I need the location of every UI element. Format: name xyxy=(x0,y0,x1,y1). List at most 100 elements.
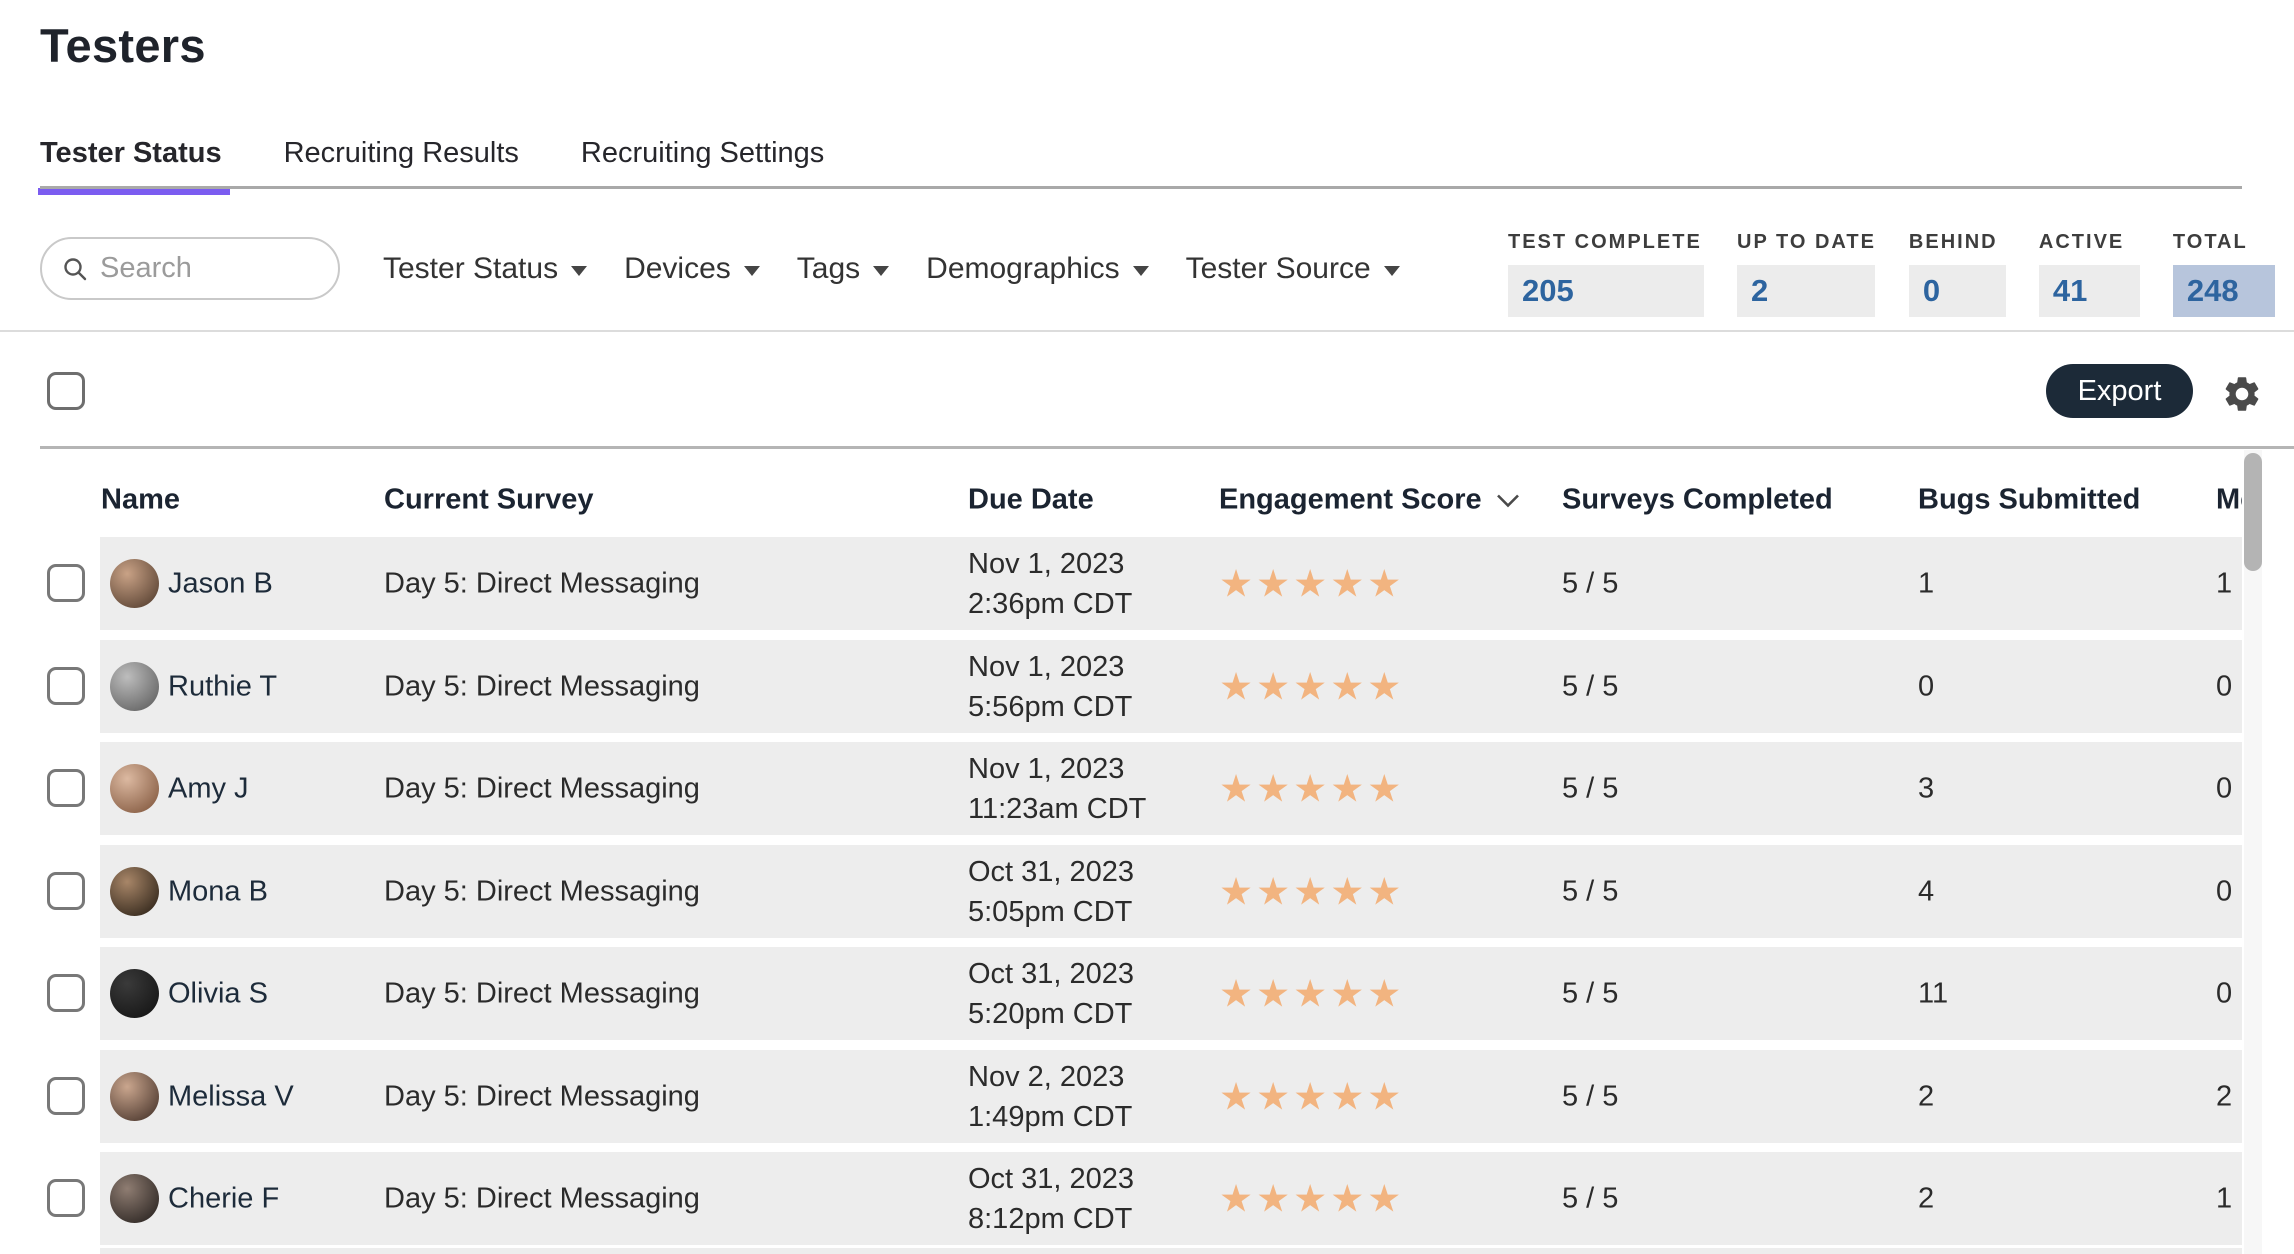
column-header-messages[interactable]: Messages xyxy=(2216,484,2242,517)
scrollbar-thumb[interactable] xyxy=(2244,453,2262,571)
row-checkbox[interactable] xyxy=(47,667,85,705)
due-date-line1: Nov 1, 2023 xyxy=(968,647,1132,687)
status-summary: TEST COMPLETE 205 UP TO DATE 2 BEHIND 0 … xyxy=(1508,231,2275,317)
tester-name[interactable]: Amy J xyxy=(168,772,249,805)
table-row[interactable]: Olivia S Day 5: Direct Messaging Oct 31,… xyxy=(0,947,2294,1040)
sort-chevron-down-icon xyxy=(1496,493,1520,507)
tab-recruiting-results[interactable]: Recruiting Results xyxy=(284,137,519,192)
filter-tester-status[interactable]: Tester Status xyxy=(383,252,587,286)
table-row[interactable]: Melissa V Day 5: Direct Messaging Nov 2,… xyxy=(0,1050,2294,1143)
bugs-submitted: 1 xyxy=(1918,567,1934,600)
bugs-submitted: 4 xyxy=(1918,875,1934,908)
testers-page: Testers Tester Status Recruiting Results… xyxy=(0,0,2294,1254)
due-date: Nov 2, 2023 1:49pm CDT xyxy=(968,1057,1132,1137)
search-input[interactable] xyxy=(100,252,310,285)
gear-icon[interactable] xyxy=(2221,373,2263,415)
select-all-checkbox[interactable] xyxy=(47,372,85,410)
engagement-stars: ★★★★★ xyxy=(1219,1074,1404,1119)
due-date-line1: Oct 31, 2023 xyxy=(968,852,1134,892)
current-survey: Day 5: Direct Messaging xyxy=(384,1080,700,1113)
due-date-line2: 5:05pm CDT xyxy=(968,892,1134,932)
bugs-submitted: 2 xyxy=(1918,1080,1934,1113)
current-survey: Day 5: Direct Messaging xyxy=(384,1182,700,1215)
stat-value: 205 xyxy=(1508,265,1704,317)
stat-total: TOTAL 248 xyxy=(2173,231,2275,317)
stat-test-complete: TEST COMPLETE 205 xyxy=(1508,231,1704,317)
avatar xyxy=(110,559,159,608)
column-header-name[interactable]: Name xyxy=(101,484,180,517)
messages-count: 1 xyxy=(2216,567,2232,600)
row-checkbox[interactable] xyxy=(47,1077,85,1115)
column-header-survey[interactable]: Current Survey xyxy=(384,484,594,517)
due-date: Nov 1, 2023 2:36pm CDT xyxy=(968,544,1132,624)
column-header-surveys[interactable]: Surveys Completed xyxy=(1562,484,1833,517)
current-survey: Day 5: Direct Messaging xyxy=(384,670,700,703)
table-row[interactable]: Mona B Day 5: Direct Messaging Oct 31, 2… xyxy=(0,845,2294,938)
search-box[interactable] xyxy=(40,237,340,300)
surveys-completed: 5 / 5 xyxy=(1562,1182,1618,1215)
row-checkbox[interactable] xyxy=(47,564,85,602)
engagement-stars: ★★★★★ xyxy=(1219,766,1404,811)
tester-name[interactable]: Melissa V xyxy=(168,1080,294,1113)
stat-value: 248 xyxy=(2173,265,2275,317)
caret-down-icon xyxy=(744,266,760,276)
due-date-line2: 2:36pm CDT xyxy=(968,584,1132,624)
filter-tags[interactable]: Tags xyxy=(797,252,889,286)
messages-count: 0 xyxy=(2216,670,2232,703)
row-checkbox[interactable] xyxy=(47,872,85,910)
avatar xyxy=(110,662,159,711)
stat-value: 2 xyxy=(1737,265,1875,317)
due-date-line2: 11:23am CDT xyxy=(968,789,1146,829)
column-header-engagement[interactable]: Engagement Score xyxy=(1219,484,1520,517)
partial-next-row xyxy=(100,1248,2242,1254)
bugs-submitted: 3 xyxy=(1918,772,1934,805)
stat-value: 41 xyxy=(2039,265,2140,317)
filter-devices[interactable]: Devices xyxy=(624,252,760,286)
tester-name[interactable]: Mona B xyxy=(168,875,268,908)
row-checkbox[interactable] xyxy=(47,974,85,1012)
current-survey: Day 5: Direct Messaging xyxy=(384,567,700,600)
table-row[interactable]: Jason B Day 5: Direct Messaging Nov 1, 2… xyxy=(0,537,2294,630)
due-date: Oct 31, 2023 5:05pm CDT xyxy=(968,852,1134,932)
search-icon xyxy=(62,256,88,282)
tester-name[interactable]: Olivia S xyxy=(168,977,268,1010)
current-survey: Day 5: Direct Messaging xyxy=(384,977,700,1010)
due-date-line1: Nov 1, 2023 xyxy=(968,749,1146,789)
table-row[interactable]: Cherie F Day 5: Direct Messaging Oct 31,… xyxy=(0,1152,2294,1245)
filter-tester-source[interactable]: Tester Source xyxy=(1186,252,1400,286)
tab-tester-status[interactable]: Tester Status xyxy=(40,137,222,192)
avatar xyxy=(110,764,159,813)
due-date-line1: Nov 1, 2023 xyxy=(968,544,1132,584)
caret-down-icon xyxy=(1133,266,1149,276)
current-survey: Day 5: Direct Messaging xyxy=(384,772,700,805)
caret-down-icon xyxy=(571,266,587,276)
row-checkbox[interactable] xyxy=(47,769,85,807)
row-checkbox[interactable] xyxy=(47,1179,85,1217)
engagement-stars: ★★★★★ xyxy=(1219,1176,1404,1221)
tester-name[interactable]: Ruthie T xyxy=(168,670,277,703)
table-row[interactable]: Ruthie T Day 5: Direct Messaging Nov 1, … xyxy=(0,640,2294,733)
filter-demographics[interactable]: Demographics xyxy=(926,252,1148,286)
surveys-completed: 5 / 5 xyxy=(1562,567,1618,600)
due-date-line1: Oct 31, 2023 xyxy=(968,954,1134,994)
surveys-completed: 5 / 5 xyxy=(1562,977,1618,1010)
stat-up-to-date: UP TO DATE 2 xyxy=(1737,231,1876,317)
tab-recruiting-settings[interactable]: Recruiting Settings xyxy=(581,137,824,192)
tester-name[interactable]: Cherie F xyxy=(168,1182,279,1215)
stat-active: ACTIVE 41 xyxy=(2039,231,2140,317)
due-date-line2: 5:20pm CDT xyxy=(968,994,1134,1034)
export-button[interactable]: Export xyxy=(2046,364,2193,418)
page-title: Testers xyxy=(40,18,206,73)
due-date-line2: 8:12pm CDT xyxy=(968,1199,1134,1239)
engagement-stars: ★★★★★ xyxy=(1219,971,1404,1016)
tester-name[interactable]: Jason B xyxy=(168,567,273,600)
column-header-due[interactable]: Due Date xyxy=(968,484,1094,517)
messages-count: 0 xyxy=(2216,875,2232,908)
stat-value: 0 xyxy=(1909,265,2006,317)
table-header: Name Current Survey Due Date Engagement … xyxy=(100,472,2242,528)
due-date: Nov 1, 2023 5:56pm CDT xyxy=(968,647,1132,727)
table-row[interactable]: Amy J Day 5: Direct Messaging Nov 1, 202… xyxy=(0,742,2294,835)
filter-divider xyxy=(0,330,2294,332)
column-header-bugs[interactable]: Bugs Submitted xyxy=(1918,484,2140,517)
table-body: Jason B Day 5: Direct Messaging Nov 1, 2… xyxy=(0,537,2294,1254)
